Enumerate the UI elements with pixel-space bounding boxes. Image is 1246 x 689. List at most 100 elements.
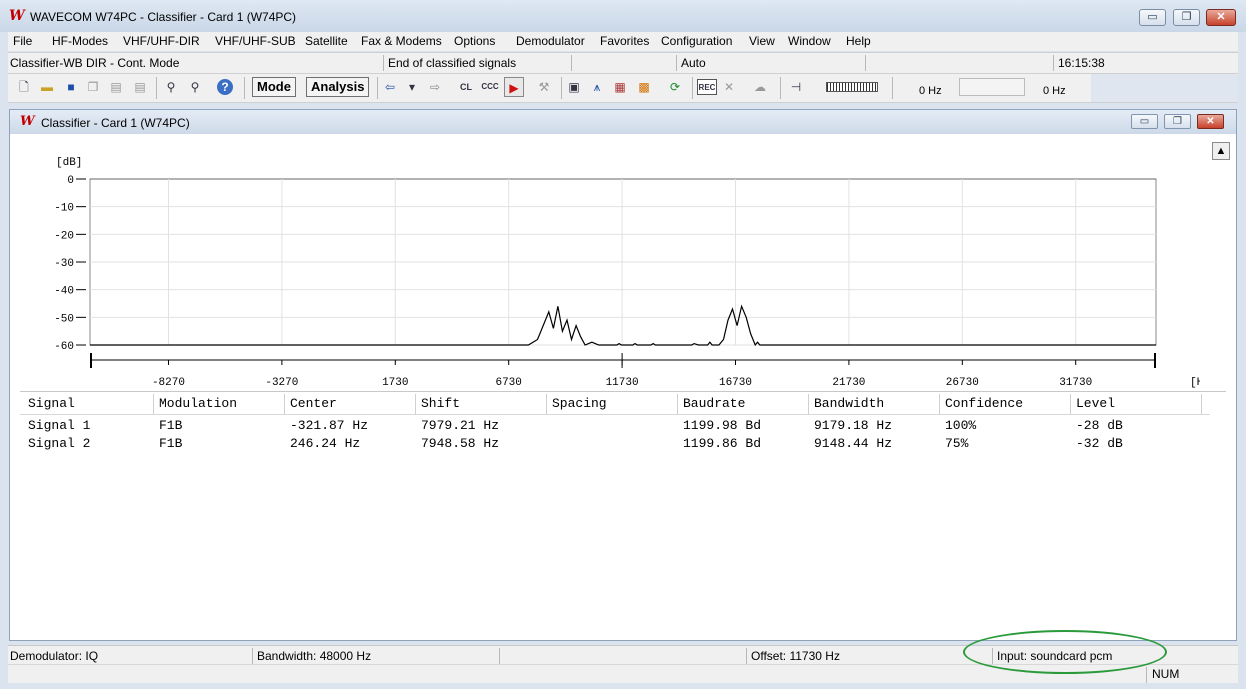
pattern-icon[interactable]: ▩ (636, 79, 652, 95)
divider (692, 77, 693, 99)
menu-configuration[interactable]: Configuration (661, 33, 732, 49)
cl-icon[interactable]: CL (458, 79, 474, 95)
table-cell: Signal 2 (28, 436, 91, 451)
divider (746, 648, 747, 664)
arrow-right-icon[interactable]: ⇨ (427, 79, 443, 95)
classifier-message: End of classified signals (388, 56, 517, 70)
divider (499, 648, 500, 664)
column-divider[interactable] (939, 394, 940, 414)
column-header[interactable]: Center (290, 396, 337, 411)
menu-help[interactable]: Help (846, 33, 871, 49)
column-header[interactable]: Baudrate (683, 396, 745, 411)
mode-button[interactable]: Mode (252, 77, 296, 97)
column-header[interactable]: Signal (28, 396, 75, 411)
play-icon[interactable]: ▶ (504, 77, 524, 97)
column-header[interactable]: Confidence (945, 396, 1023, 411)
table-row[interactable]: Signal 2 F1B 246.24 Hz 7948.58 Hz 1199.86 Bd… (20, 436, 1210, 454)
cloud-icon[interactable]: ☁ (752, 79, 768, 95)
table-cell: F1B (159, 418, 183, 433)
divider (676, 55, 677, 71)
dropdown-icon[interactable]: ▾ (404, 79, 420, 95)
column-divider[interactable] (546, 394, 547, 414)
child-minimize-button[interactable]: ▭ (1131, 114, 1158, 129)
frequency-left: 0 Hz (919, 85, 942, 97)
help-icon[interactable]: ? (217, 79, 233, 95)
column-header[interactable]: Bandwidth (814, 396, 884, 411)
column-divider[interactable] (677, 394, 678, 414)
find-icon[interactable]: ⚲ (163, 79, 179, 95)
menu-view[interactable]: View (749, 33, 775, 49)
print-icon[interactable]: ▤ (108, 79, 124, 95)
mute-icon[interactable]: ✕ (721, 79, 737, 95)
menu-vhf-uhf-dir[interactable]: VHF/UHF-DIR (123, 33, 200, 49)
x-tick-label: 11730 (606, 377, 639, 389)
table-cell: F1B (159, 436, 183, 451)
refresh-icon[interactable]: ⟳ (667, 79, 683, 95)
y-tick-label: -20 (54, 230, 74, 242)
clock: 16:15:38 (1058, 56, 1105, 70)
table-row[interactable]: Signal 1 F1B -321.87 Hz 7979.21 Hz 1199.98 B… (20, 418, 1210, 436)
scroll-up-button[interactable]: ▲ (1212, 142, 1230, 160)
menu-hf-modes[interactable]: HF-Modes (52, 33, 108, 49)
frequency-slider[interactable] (959, 78, 1025, 96)
results-table: Signal Modulation Center Shift Spacing Baudra… (20, 392, 1226, 638)
column-divider[interactable] (284, 394, 285, 414)
column-header[interactable]: Shift (421, 396, 460, 411)
offset-status: Offset: 11730 Hz (751, 649, 840, 663)
column-divider[interactable] (415, 394, 416, 414)
column-header[interactable]: Spacing (552, 396, 607, 411)
divider (865, 55, 866, 71)
menu-demodulator[interactable]: Demodulator (516, 33, 585, 49)
table-cell: -32 dB (1076, 436, 1123, 451)
save-icon[interactable]: ■ (63, 79, 79, 95)
menu-file[interactable]: File (13, 33, 32, 49)
menu-favorites[interactable]: Favorites (600, 33, 649, 49)
wavecom-logo-icon: W (20, 114, 35, 129)
bandwidth-status: Bandwidth: 48000 Hz (257, 649, 372, 663)
column-header[interactable]: Level (1076, 396, 1115, 411)
column-divider[interactable] (1201, 394, 1202, 414)
menu-vhf-uhf-sub[interactable]: VHF/UHF-SUB (215, 33, 296, 49)
open-folder-icon[interactable]: ▬ (39, 79, 55, 95)
find-next-icon[interactable]: ⚲ (187, 79, 203, 95)
spectrum-plot: 0 -10 -20 -30 -40 -50 -60 [dB] -8270 -3270 1730 673… (54, 157, 1200, 389)
num-lock-indicator: NUM (1152, 667, 1180, 681)
minimize-button[interactable]: ▭ (1139, 9, 1166, 26)
x-tick-label: 1730 (382, 377, 408, 389)
x-tick-label: 6730 (495, 377, 521, 389)
child-close-button[interactable]: ✕ (1197, 114, 1224, 129)
table-cell: 1199.98 Bd (683, 418, 762, 433)
tuning-icon[interactable]: ⊣ (788, 79, 804, 95)
antenna-icon[interactable]: ⩚ (589, 79, 605, 95)
print-preview-icon[interactable]: ▤ (132, 79, 148, 95)
column-divider[interactable] (1070, 394, 1071, 414)
divider (571, 55, 572, 71)
menu-window[interactable]: Window (788, 33, 831, 49)
y-tick-label: -50 (54, 313, 74, 325)
menu-options[interactable]: Options (454, 33, 495, 49)
table-cell: 100% (945, 418, 977, 433)
rec-icon[interactable]: REC (697, 79, 717, 95)
grid-icon[interactable]: ▦ (612, 79, 628, 95)
menu-satellite[interactable]: Satellite (305, 33, 348, 49)
child-maximize-button[interactable]: ❐ (1164, 114, 1191, 129)
column-divider[interactable] (808, 394, 809, 414)
close-button[interactable]: ✕ (1206, 9, 1236, 26)
divider (1053, 55, 1054, 71)
x-tick-label: 16730 (719, 377, 752, 389)
ccc-icon[interactable]: CCC (481, 79, 499, 95)
copy-icon[interactable]: ❐ (85, 79, 101, 95)
tools-icon[interactable]: ⚒ (536, 79, 552, 95)
column-header[interactable]: Modulation (159, 396, 237, 411)
arrow-left-icon[interactable]: ⇦ (382, 79, 398, 95)
y-tick-label: 0 (67, 175, 74, 187)
table-cell: 1199.86 Bd (683, 436, 762, 451)
display-icon[interactable]: ▣ (566, 79, 582, 95)
analysis-button[interactable]: Analysis (306, 77, 370, 97)
new-file-icon[interactable]: 🗋 (16, 79, 32, 95)
column-divider[interactable] (153, 394, 154, 414)
y-axis-label: [dB] (56, 157, 82, 169)
maximize-button[interactable]: ❐ (1173, 9, 1200, 26)
menu-fax-modems[interactable]: Fax & Modems (361, 33, 442, 49)
divider (156, 77, 157, 99)
